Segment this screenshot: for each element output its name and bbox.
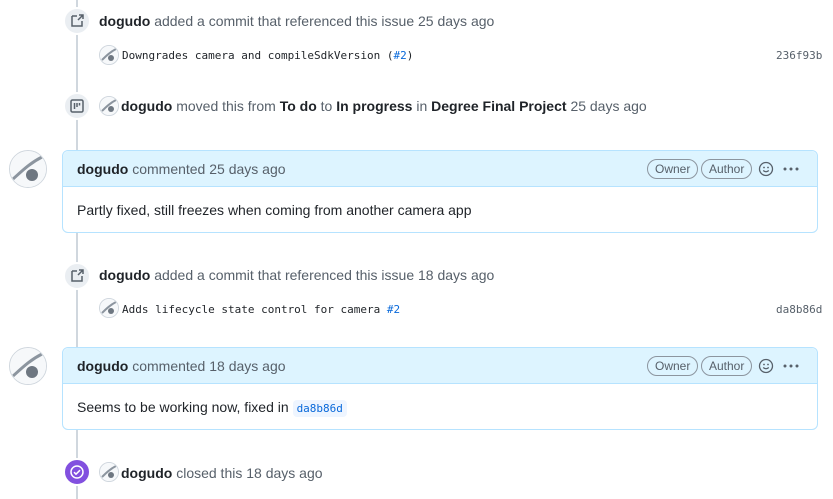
event-action-text: moved this from	[176, 98, 276, 114]
issue-ref-link[interactable]: #2	[394, 49, 407, 62]
issue-ref-link[interactable]: #2	[387, 303, 400, 316]
comment-author-line: dogudo commented 18 days ago	[77, 358, 286, 374]
event-commit-reference: dogudo added a commit that referenced th…	[99, 13, 494, 29]
comment-author-link[interactable]: dogudo	[77, 358, 128, 374]
project-column-from: To do	[279, 98, 317, 114]
event-action-text: closed this	[176, 465, 243, 481]
check-circle-icon	[63, 458, 91, 486]
event-time[interactable]: 25 days ago	[418, 13, 494, 29]
comment-body: Seems to be working now, fixed in da8b86…	[63, 384, 817, 429]
project-link[interactable]: Degree Final Project	[431, 98, 566, 114]
author-label: Author	[701, 356, 753, 376]
event-project-move: dogudo moved this from To do to In progr…	[121, 98, 647, 114]
event-action-text: added a commit that referenced this issu…	[154, 13, 415, 29]
commit-row: Downgrades camera and compileSdkVersion …	[122, 49, 413, 62]
event-user-link[interactable]: dogudo	[99, 267, 150, 283]
avatar[interactable]	[99, 96, 119, 116]
event-user-link[interactable]: dogudo	[121, 98, 172, 114]
comment-time[interactable]: 25 days ago	[209, 161, 285, 177]
cross-reference-icon	[63, 7, 91, 35]
kebab-horizontal-icon[interactable]	[782, 160, 800, 178]
avatar[interactable]	[99, 298, 119, 318]
avatar[interactable]	[99, 462, 119, 482]
comment-body-text: Seems to be working now, fixed in	[77, 399, 289, 415]
kebab-horizontal-icon[interactable]	[782, 357, 800, 375]
commit-sha-link[interactable]: da8b86d	[292, 400, 347, 417]
event-action-text: added a commit that referenced this issu…	[154, 267, 415, 283]
comment-header: dogudo commented 18 days ago Owner Autho…	[63, 348, 817, 384]
event-time[interactable]: 18 days ago	[246, 465, 322, 481]
comment-header: dogudo commented 25 days ago Owner Autho…	[63, 151, 817, 187]
event-commit-reference: dogudo added a commit that referenced th…	[99, 267, 494, 283]
commit-message-suffix: )	[406, 49, 414, 62]
comment-author-link[interactable]: dogudo	[77, 161, 128, 177]
comment-action: commented	[132, 161, 206, 177]
event-closed: dogudo closed this 18 days ago	[121, 465, 323, 481]
avatar[interactable]	[99, 45, 119, 65]
comment-author-line: dogudo commented 25 days ago	[77, 161, 286, 177]
owner-label: Owner	[647, 356, 699, 376]
project-icon	[63, 92, 91, 120]
comment-action: commented	[132, 358, 206, 374]
owner-label: Owner	[647, 159, 699, 179]
commit-row: Adds lifecycle state control for camera …	[122, 303, 400, 316]
avatar-large[interactable]	[9, 347, 47, 385]
event-user-link[interactable]: dogudo	[99, 13, 150, 29]
author-label: Author	[701, 159, 753, 179]
commit-sha[interactable]: 236f93b	[776, 49, 822, 62]
commit-message[interactable]: Downgrades camera and compileSdkVersion …	[122, 49, 394, 62]
commit-message[interactable]: Adds lifecycle state control for camera	[122, 303, 380, 316]
comment-body: Partly fixed, still freezes when coming …	[77, 202, 472, 218]
commit-sha[interactable]: da8b86d	[776, 303, 822, 316]
event-in-word: in	[416, 98, 428, 114]
event-to-word: to	[320, 98, 333, 114]
smiley-icon[interactable]	[757, 160, 775, 178]
comment-time[interactable]: 18 days ago	[209, 358, 285, 374]
event-time[interactable]: 18 days ago	[418, 267, 494, 283]
project-column-to: In progress	[336, 98, 413, 114]
comment-box: dogudo commented 25 days ago Owner Autho…	[62, 150, 818, 233]
comment-box: dogudo commented 18 days ago Owner Autho…	[62, 347, 818, 430]
event-user-link[interactable]: dogudo	[121, 465, 172, 481]
avatar-large[interactable]	[9, 150, 47, 188]
smiley-icon[interactable]	[757, 357, 775, 375]
event-time[interactable]: 25 days ago	[570, 98, 646, 114]
cross-reference-icon	[63, 262, 91, 290]
